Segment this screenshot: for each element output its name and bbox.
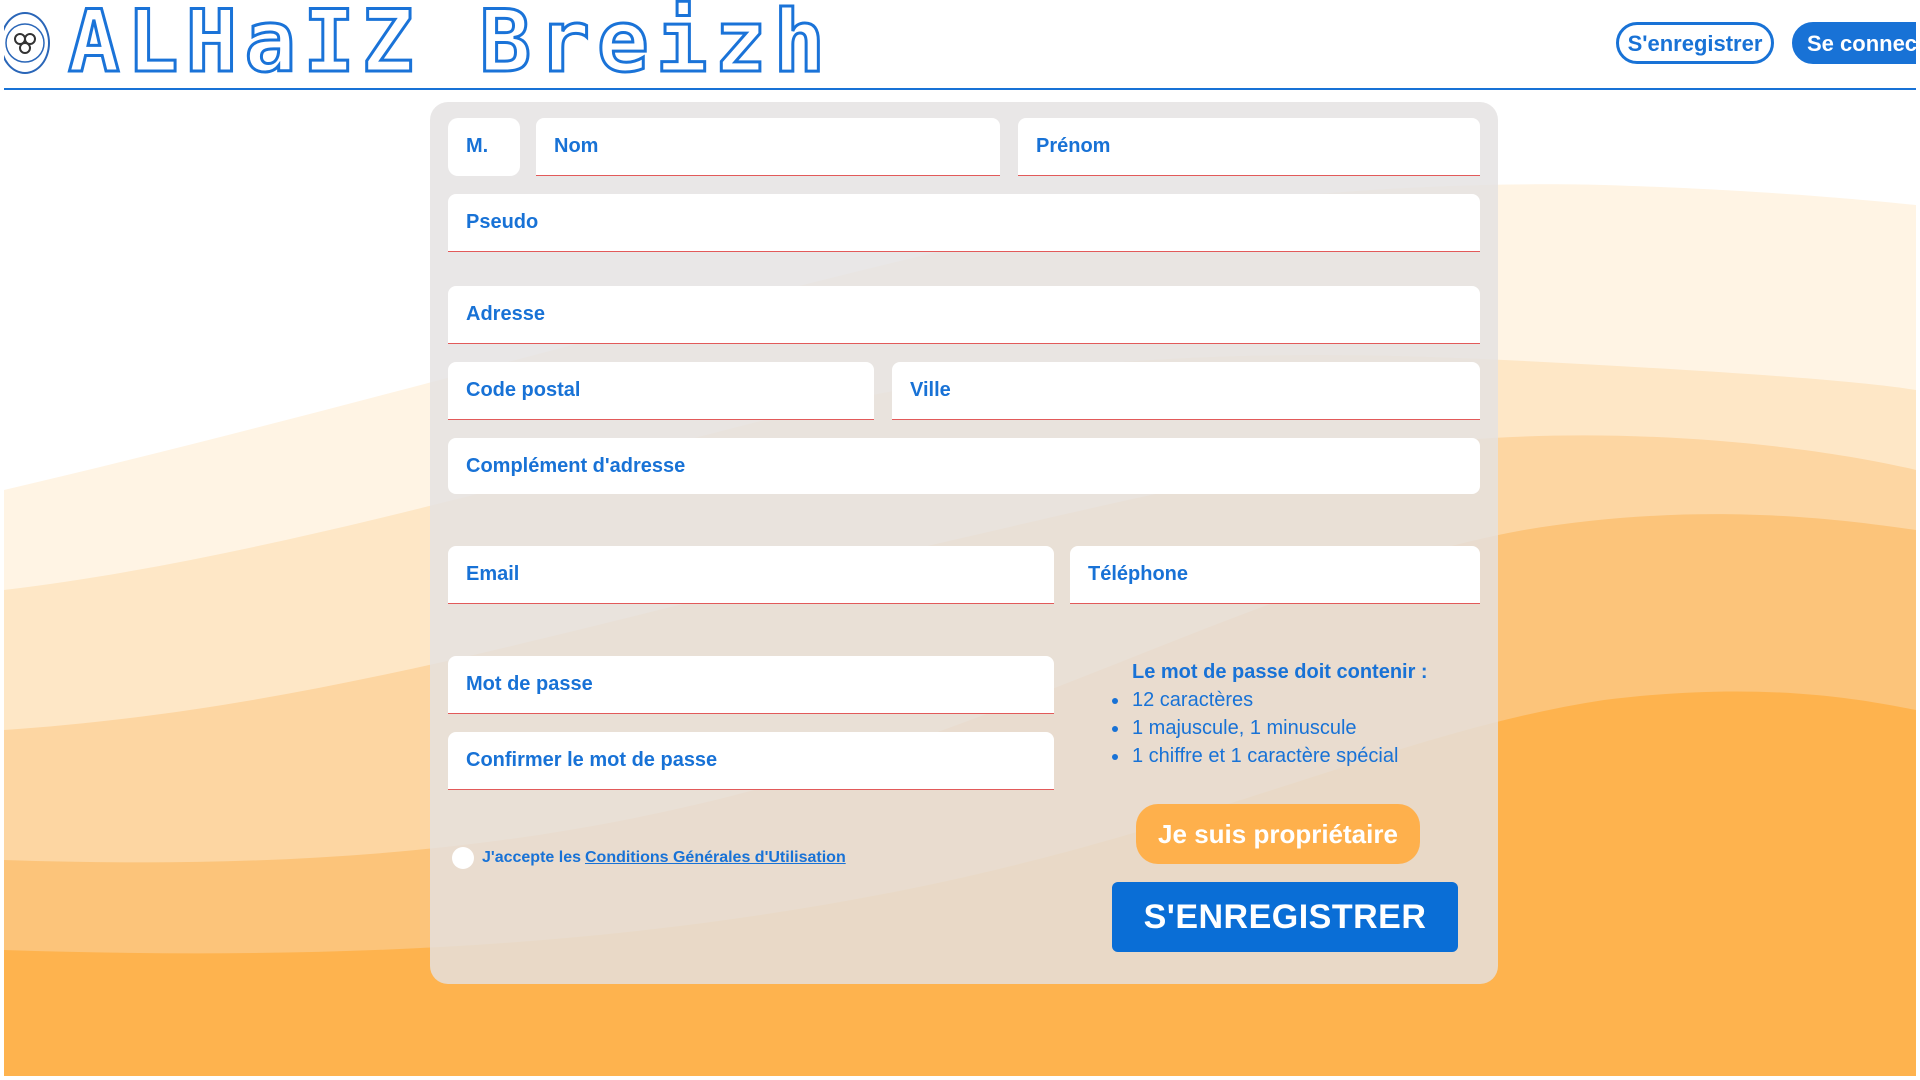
page: ALHaIZ Breizh S'enregistrer Se connecter… (4, 0, 1916, 1076)
complement-adresse-field[interactable]: Complément d'adresse (448, 438, 1480, 494)
password-rules: Le mot de passe doit contenir : 12 carac… (1106, 658, 1446, 770)
header-divider (4, 88, 1916, 90)
owner-button[interactable]: Je suis propriétaire (1136, 804, 1420, 864)
password-rule: 12 caractères (1106, 686, 1446, 714)
triskel-icon (5, 23, 45, 63)
code-postal-field[interactable]: Code postal (448, 362, 874, 420)
telephone-field[interactable]: Téléphone (1070, 546, 1480, 604)
register-button[interactable]: S'enregistrer (1616, 22, 1774, 64)
ville-field[interactable]: Ville (892, 362, 1480, 420)
pseudo-field[interactable]: Pseudo (448, 194, 1480, 252)
password-rule: 1 chiffre et 1 caractère spécial (1106, 742, 1446, 770)
prenom-field[interactable]: Prénom (1018, 118, 1480, 176)
submit-register-button[interactable]: S'ENREGISTRER (1112, 882, 1458, 952)
cgu-consent: J'accepte les Conditions Générales d'Uti… (452, 846, 846, 870)
email-field[interactable]: Email (448, 546, 1054, 604)
password-rules-list: 12 caractères 1 majuscule, 1 minuscule 1… (1106, 686, 1446, 770)
cgu-link[interactable]: Conditions Générales d'Utilisation (585, 849, 846, 867)
password-field[interactable]: Mot de passe (448, 656, 1054, 714)
logo-emblem[interactable] (4, 12, 50, 74)
password-rules-title: Le mot de passe doit contenir : (1132, 661, 1428, 683)
registration-form: M. Nom Prénom Pseudo Adresse Code postal… (430, 102, 1498, 984)
nom-field[interactable]: Nom (536, 118, 1000, 176)
cgu-radio[interactable] (452, 847, 474, 869)
cgu-text: J'accepte les (482, 849, 581, 866)
civility-select[interactable]: M. (448, 118, 520, 176)
confirm-password-field[interactable]: Confirmer le mot de passe (448, 732, 1054, 790)
header: ALHaIZ Breizh S'enregistrer Se connecter (4, 0, 1916, 92)
adresse-field[interactable]: Adresse (448, 286, 1480, 344)
password-rule: 1 majuscule, 1 minuscule (1106, 714, 1446, 742)
brand-title: ALHaIZ Breizh (66, 0, 833, 92)
login-button[interactable]: Se connecter (1792, 22, 1916, 64)
